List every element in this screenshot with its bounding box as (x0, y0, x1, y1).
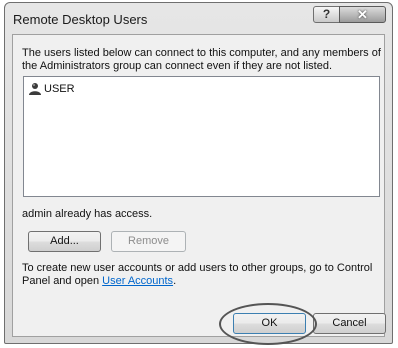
info-text-after: . (173, 275, 177, 287)
users-listbox[interactable]: USER (23, 76, 380, 197)
help-button[interactable]: ? (313, 6, 340, 23)
remove-button[interactable]: Remove (111, 231, 186, 252)
user-icon (29, 83, 41, 95)
dialog-body: The users listed below can connect to th… (12, 34, 386, 345)
info-text: To create new user accounts or add users… (22, 262, 382, 288)
close-button[interactable]: ✕ (339, 6, 386, 23)
add-button[interactable]: Add... (28, 231, 101, 252)
user-accounts-link[interactable]: User Accounts (102, 275, 173, 287)
info-text-before: To create new user accounts or add users… (22, 262, 373, 287)
cancel-button[interactable]: Cancel (313, 313, 386, 334)
access-text: admin already has access. (22, 208, 153, 220)
user-name: USER (44, 83, 75, 95)
list-item[interactable]: USER (28, 81, 75, 97)
dialog-window: Remote Desktop Users ? ✕ The users liste… (4, 2, 393, 345)
window-title: Remote Desktop Users (13, 12, 148, 27)
ok-button[interactable]: OK (233, 313, 306, 334)
description-text: The users listed below can connect to th… (22, 47, 381, 72)
title-bar[interactable]: Remote Desktop Users ? ✕ (5, 3, 392, 33)
